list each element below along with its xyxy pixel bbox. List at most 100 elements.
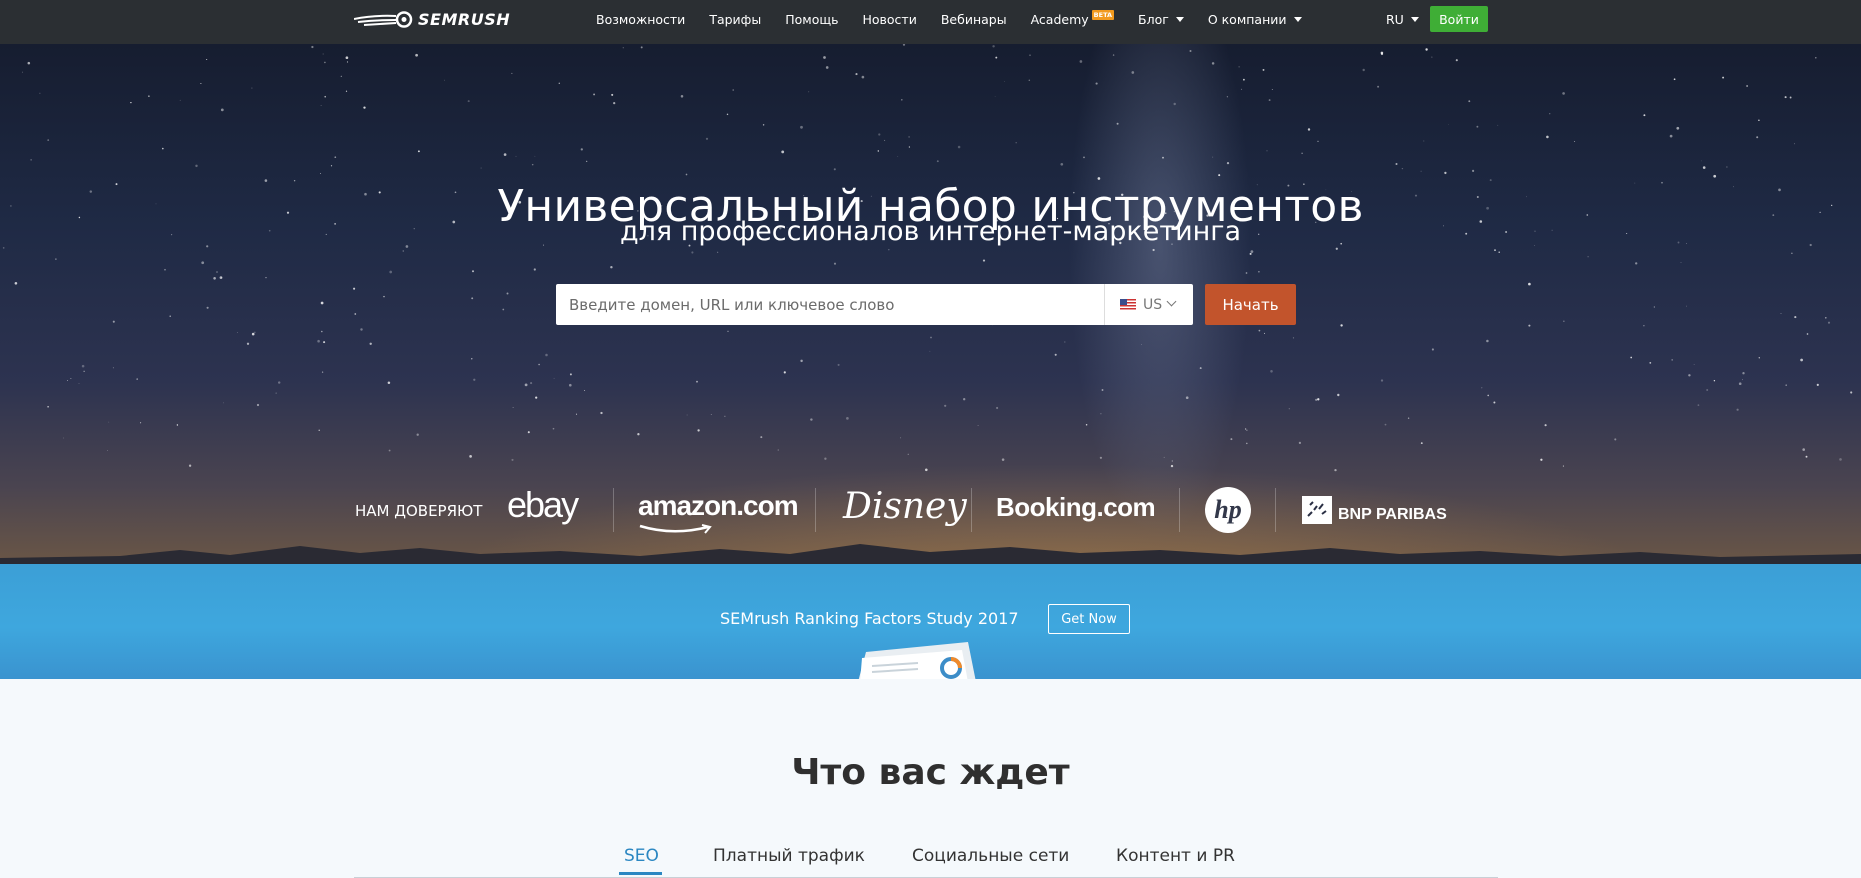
star — [680, 95, 684, 98]
star — [515, 155, 517, 157]
star — [1540, 458, 1543, 461]
star — [1680, 261, 1682, 264]
star — [471, 270, 475, 273]
semrush-logo[interactable]: SEMRUSH — [354, 8, 510, 30]
tab-seo[interactable]: SEO — [624, 846, 659, 866]
star — [1562, 465, 1564, 467]
star — [1141, 344, 1142, 346]
star — [1420, 442, 1423, 444]
star — [640, 46, 643, 49]
nav-label: Новости — [862, 11, 917, 27]
star — [1292, 337, 1295, 339]
star — [545, 353, 548, 357]
star — [216, 271, 218, 273]
star — [994, 95, 996, 97]
nav-company[interactable]: О компании — [1208, 12, 1302, 27]
star — [1431, 348, 1434, 351]
star — [383, 295, 385, 298]
star — [416, 433, 419, 436]
star — [1742, 379, 1743, 381]
language-selector[interactable]: RU — [1386, 0, 1419, 38]
star — [1240, 88, 1243, 90]
star — [1643, 114, 1646, 117]
star — [388, 449, 391, 452]
get-now-button[interactable]: Get Now — [1048, 604, 1130, 634]
star — [1212, 156, 1214, 158]
star — [1250, 250, 1254, 253]
nav-label: Возможности — [596, 11, 686, 27]
star — [1824, 316, 1827, 319]
star — [1726, 166, 1728, 168]
star — [1448, 123, 1449, 125]
nav-news[interactable]: Новости — [863, 12, 917, 27]
star — [201, 261, 205, 265]
star — [321, 371, 324, 373]
nav-pricing[interactable]: Тарифы — [709, 12, 761, 27]
star — [1171, 460, 1173, 462]
amazon-smile-icon — [639, 524, 712, 534]
star — [1099, 456, 1103, 459]
logo-divider — [613, 488, 614, 532]
nav-blog[interactable]: Блог — [1138, 12, 1184, 27]
star — [1340, 324, 1343, 327]
star — [1546, 135, 1549, 139]
star — [1713, 174, 1717, 178]
login-button[interactable]: Войти — [1430, 6, 1488, 32]
star — [538, 363, 540, 366]
star — [1431, 56, 1433, 58]
country-selector[interactable]: US — [1104, 284, 1193, 325]
star — [569, 383, 572, 387]
star — [1839, 458, 1842, 461]
star — [251, 87, 253, 89]
tab-paid-traffic[interactable]: Платный трафик — [713, 846, 865, 866]
star — [30, 159, 32, 161]
star — [1266, 150, 1268, 152]
star — [1688, 374, 1691, 377]
star — [936, 160, 939, 163]
nav-help[interactable]: Помощь — [785, 12, 838, 27]
star — [902, 44, 906, 46]
star — [1083, 156, 1085, 159]
star — [553, 377, 555, 379]
star — [1498, 251, 1500, 253]
star — [47, 139, 50, 141]
star — [1384, 423, 1387, 426]
star — [1827, 321, 1831, 324]
nav-academy[interactable]: Academy BETA — [1031, 10, 1115, 27]
star — [330, 165, 333, 167]
star — [1246, 429, 1248, 431]
search-input[interactable] — [556, 284, 1101, 325]
star — [901, 99, 903, 101]
star — [1455, 59, 1458, 62]
star — [1815, 57, 1817, 59]
star — [783, 371, 786, 374]
star — [22, 71, 23, 73]
star — [1789, 96, 1792, 99]
star — [1380, 53, 1384, 56]
star — [1722, 76, 1725, 79]
star — [1317, 398, 1320, 401]
star — [1060, 162, 1064, 166]
trusted-by-label: НАМ ДОВЕРЯЮТ — [355, 502, 483, 520]
star — [1693, 364, 1695, 365]
star — [130, 101, 132, 104]
star — [136, 378, 138, 380]
nav-webinars[interactable]: Вебинары — [941, 12, 1007, 27]
star — [200, 82, 202, 85]
start-button[interactable]: Начать — [1205, 284, 1296, 325]
tab-content-pr[interactable]: Контент и PR — [1116, 846, 1235, 866]
star — [1112, 54, 1115, 56]
star — [1791, 252, 1793, 255]
star — [957, 145, 961, 149]
star — [1784, 96, 1787, 99]
star — [2, 247, 5, 249]
star — [686, 414, 688, 416]
tab-social-media[interactable]: Социальные сети — [912, 846, 1069, 866]
nav-features[interactable]: Возможности — [596, 12, 685, 27]
star — [387, 381, 391, 384]
star — [1671, 359, 1674, 361]
star — [467, 100, 470, 103]
star — [963, 398, 966, 401]
star — [710, 414, 712, 415]
star — [1816, 383, 1819, 386]
